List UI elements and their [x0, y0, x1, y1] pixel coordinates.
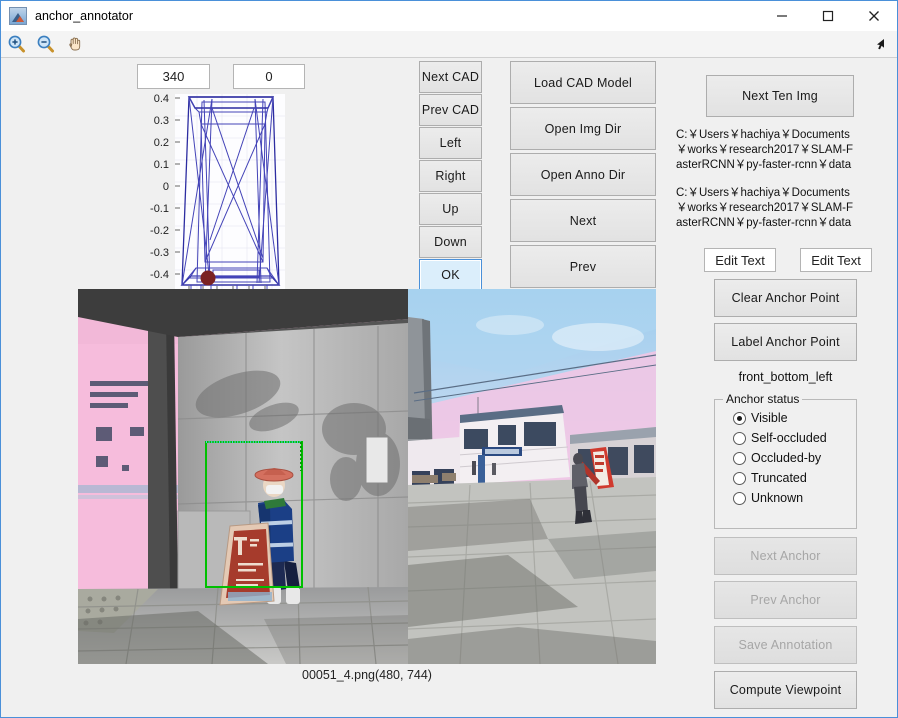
radio-self-occluded[interactable]: Self-occluded — [733, 431, 827, 445]
clear-anchor-point-button[interactable]: Clear Anchor Point — [714, 279, 857, 317]
svg-text:0: 0 — [163, 181, 169, 193]
open-anno-dir-button[interactable]: Open Anno Dir — [510, 153, 656, 196]
radio-occluded-by-label: Occluded-by — [751, 451, 822, 465]
edit-text-anno-dir-input[interactable]: Edit Text — [800, 248, 872, 272]
edit-text-img-dir-input[interactable]: Edit Text — [704, 248, 776, 272]
photo-svg — [78, 289, 656, 664]
cursor-arrow-icon — [873, 36, 889, 52]
compute-viewpoint-button[interactable]: Compute Viewpoint — [714, 671, 857, 709]
azimuth-input[interactable]: 340 — [137, 64, 210, 89]
svg-text:-0.4: -0.4 — [150, 269, 169, 281]
main-panel: 340 0 0.4 0.3 0.2 0.1 0 -0.1 -0.2 -0.3 -… — [1, 58, 897, 717]
next-cad-button[interactable]: Next CAD — [419, 61, 482, 93]
svg-text:0.1: 0.1 — [154, 159, 169, 171]
prev-button[interactable]: Prev — [510, 245, 656, 288]
radio-truncated[interactable]: Truncated — [733, 471, 807, 485]
prev-cad-button[interactable]: Prev CAD — [419, 94, 482, 126]
up-button[interactable]: Up — [419, 193, 482, 225]
left-button[interactable]: Left — [419, 127, 482, 159]
application-window: anchor_annotator 340 0 0.4 0.3 0.2 0.1 0… — [0, 0, 898, 718]
anchor-status-title: Anchor status — [723, 392, 803, 406]
minimize-button[interactable] — [759, 1, 805, 31]
annotation-photo[interactable] — [78, 289, 656, 664]
toolbar — [1, 31, 897, 58]
radio-visible-label: Visible — [751, 411, 788, 425]
down-button[interactable]: Down — [419, 226, 482, 258]
svg-text:-0.2: -0.2 — [150, 225, 169, 237]
anchor-status-groupbox: Anchor status Visible Self-occluded Occl… — [714, 392, 857, 529]
radio-unknown-icon — [733, 491, 746, 505]
radio-visible-icon — [733, 411, 746, 425]
photo-caption: 00051_4.png(480, 744) — [302, 668, 432, 682]
radio-visible[interactable]: Visible — [733, 411, 788, 425]
close-button[interactable] — [851, 1, 897, 31]
window-controls — [759, 1, 897, 31]
next-ten-img-button[interactable]: Next Ten Img — [706, 75, 854, 117]
svg-text:-0.3: -0.3 — [150, 247, 169, 259]
window-title: anchor_annotator — [35, 9, 133, 23]
svg-text:0.2: 0.2 — [154, 137, 169, 149]
right-button[interactable]: Right — [419, 160, 482, 192]
pan-hand-icon[interactable] — [62, 32, 88, 56]
svg-text:-0.1: -0.1 — [150, 203, 169, 215]
radio-truncated-icon — [733, 471, 746, 485]
radio-truncated-label: Truncated — [751, 471, 807, 485]
radio-unknown-label: Unknown — [751, 491, 804, 505]
elevation-input[interactable]: 0 — [233, 64, 305, 89]
svg-text:0.3: 0.3 — [154, 115, 169, 127]
radio-occluded-by[interactable]: Occluded-by — [733, 451, 821, 465]
svg-text:0.4: 0.4 — [154, 93, 169, 105]
zoom-out-icon[interactable] — [33, 32, 59, 56]
radio-self-occluded-icon — [733, 431, 746, 445]
current-anchor-name-label: front_bottom_left — [738, 370, 833, 384]
prev-anchor-button[interactable]: Prev Anchor — [714, 581, 857, 619]
save-annotation-button[interactable]: Save Annotation — [714, 626, 857, 664]
app-icon — [9, 7, 27, 25]
title-bar: anchor_annotator — [1, 1, 897, 31]
anno-dir-path-text: C:￥Users￥hachiya￥Documents￥works￥researc… — [676, 187, 854, 229]
label-anchor-point-button[interactable]: Label Anchor Point — [714, 323, 857, 361]
next-anchor-button[interactable]: Next Anchor — [714, 537, 857, 575]
cad-model-plot[interactable]: 0.4 0.3 0.2 0.1 0 -0.1 -0.2 -0.3 -0.4 — [77, 90, 407, 300]
open-img-dir-button[interactable]: Open Img Dir — [510, 107, 656, 150]
zoom-in-icon[interactable] — [4, 32, 30, 56]
load-cad-model-button[interactable]: Load CAD Model — [510, 61, 656, 104]
cad-wireframe-svg: 0.4 0.3 0.2 0.1 0 -0.1 -0.2 -0.3 -0.4 — [77, 90, 407, 300]
radio-self-occluded-label: Self-occluded — [751, 431, 827, 445]
radio-occluded-by-icon — [733, 451, 746, 465]
img-dir-path-text: C:￥Users￥hachiya￥Documents￥works￥researc… — [676, 129, 854, 171]
ok-button[interactable]: OK — [419, 259, 482, 291]
anchor-marker — [200, 270, 216, 286]
next-button[interactable]: Next — [510, 199, 656, 242]
maximize-button[interactable] — [805, 1, 851, 31]
radio-unknown[interactable]: Unknown — [733, 491, 803, 505]
